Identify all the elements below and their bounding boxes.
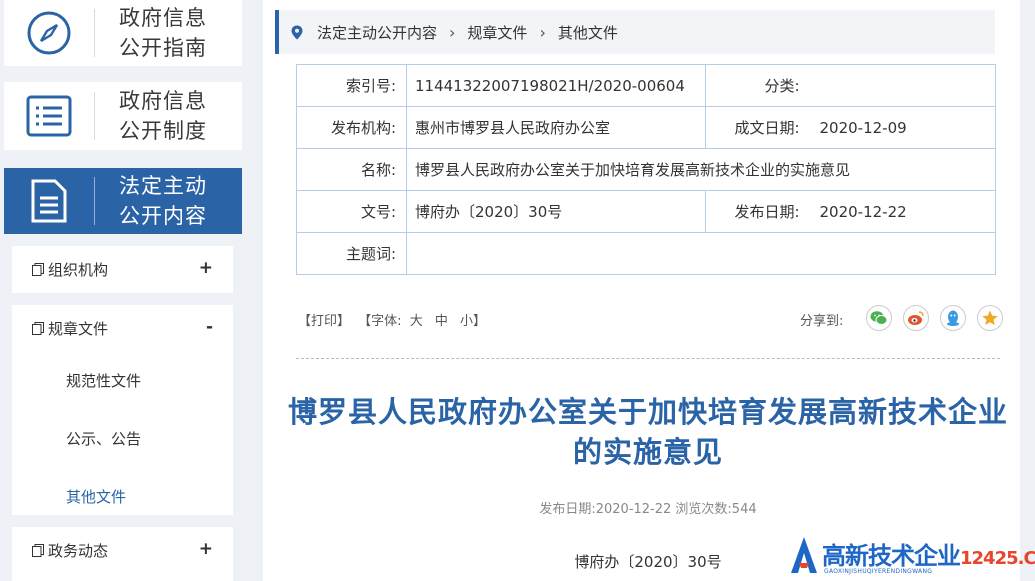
nav-label: 政府信息 公开制度 xyxy=(95,86,207,146)
wechat-icon[interactable] xyxy=(866,305,892,331)
publish-date-value: 2020-12-22 xyxy=(809,190,996,233)
doc-number-label: 文号: xyxy=(296,190,407,233)
chevron-right-icon: › xyxy=(539,22,546,42)
menu-organization[interactable]: 组织机构 + xyxy=(12,246,233,293)
menu-head[interactable]: 组织机构 + xyxy=(12,246,233,292)
breadcrumb-item[interactable]: 规章文件 xyxy=(467,22,527,43)
publisher-label: 发布机构: xyxy=(296,106,407,149)
article-title: 博罗县人民政府办公室关于加快培育发展高新技术企业的实施意见 xyxy=(287,395,1008,469)
index-label: 索引号: xyxy=(296,64,407,107)
nav-label: 政府信息 公开指南 xyxy=(95,3,207,63)
table-row: 发布机构: 惠州市博罗县人民政府办公室 成文日期: 2020-12-09 xyxy=(296,106,996,149)
menu-label: 政务动态 xyxy=(48,541,109,560)
doc-name-label: 名称: xyxy=(296,148,407,191)
index-value: 11441322007198021H/2020-00604 xyxy=(406,64,706,107)
document-icon xyxy=(4,168,94,234)
submenu-other-docs[interactable]: 其他文件 xyxy=(12,467,233,525)
chevron-right-icon: › xyxy=(449,22,456,42)
watermark-domain: 12425.CN xyxy=(960,548,1035,569)
article-tools: 【打印】 【字体: 大 中 小】 xyxy=(298,310,486,329)
watermark-text: 高新技术企业12425.CN xyxy=(822,536,1035,571)
menu-label: 组织机构 xyxy=(48,260,109,279)
table-row: 主题词: xyxy=(296,232,996,275)
doc-number-value: 博府办〔2020〕30号 xyxy=(406,190,706,233)
nav-label-line1: 政府信息 xyxy=(119,89,207,113)
nav-label-line2: 公开制度 xyxy=(119,119,207,143)
nav-label-line2: 公开内容 xyxy=(119,204,207,228)
menu-head[interactable]: 规章文件 - xyxy=(12,305,233,351)
nav-disclosure-guide[interactable]: 政府信息 公开指南 xyxy=(4,0,242,66)
article-publish-info: 发布日期:2020-12-22 浏览次数:544 xyxy=(539,502,757,517)
document-meta-table: 索引号: 11441322007198021H/2020-00604 分类: 发… xyxy=(296,64,996,275)
menu-government-news[interactable]: 政务动态 + xyxy=(12,527,233,581)
nav-statutory-content[interactable]: 法定主动 公开内容 xyxy=(4,168,242,234)
menu-regulations: 规章文件 - 规范性文件 公示、公告 其他文件 xyxy=(12,305,233,515)
subject-label: 主题词: xyxy=(296,232,407,275)
watermark-a-icon xyxy=(791,537,817,573)
submenu-normative-docs[interactable]: 规范性文件 xyxy=(12,351,233,409)
category-label: 分类: xyxy=(705,64,810,107)
copy-icon xyxy=(32,321,44,335)
collapse-icon[interactable]: - xyxy=(206,317,213,337)
category-value xyxy=(809,64,996,107)
publisher-value: 惠州市博罗县人民政府办公室 xyxy=(406,106,706,149)
share-label: 分享到: xyxy=(800,314,844,329)
compass-icon xyxy=(4,0,94,66)
table-row: 索引号: 11441322007198021H/2020-00604 分类: xyxy=(296,64,996,107)
watermark-label: 高新技术企业 xyxy=(822,542,961,570)
sidebar: 政府信息 公开指南 政府信息 公开制度 法定主动 公开内容 组织机构 + 规章文… xyxy=(0,0,248,581)
nav-disclosure-system[interactable]: 政府信息 公开制度 xyxy=(4,82,242,150)
copy-icon xyxy=(32,543,44,557)
qq-icon[interactable] xyxy=(940,305,966,331)
doc-name-value: 博罗县人民政府办公室关于加快培育发展高新技术企业的实施意见 xyxy=(406,148,996,191)
table-row: 名称: 博罗县人民政府办公室关于加快培育发展高新技术企业的实施意见 xyxy=(296,148,996,191)
breadcrumb-item[interactable]: 其他文件 xyxy=(558,22,618,43)
copy-icon xyxy=(32,262,44,276)
nav-label-line1: 政府信息 xyxy=(119,6,207,30)
menu-label: 规章文件 xyxy=(48,319,109,338)
nav-label-line1: 法定主动 xyxy=(119,174,207,198)
favorite-star-icon[interactable] xyxy=(977,305,1003,331)
menu-head[interactable]: 政务动态 + xyxy=(12,527,233,573)
share-buttons xyxy=(866,305,1003,331)
nav-label: 法定主动 公开内容 xyxy=(95,171,207,231)
font-medium-button[interactable]: 中 xyxy=(435,314,448,329)
font-large-button[interactable]: 大 xyxy=(410,314,423,329)
font-size-label: 【字体: xyxy=(358,314,402,329)
created-date-value: 2020-12-09 xyxy=(809,106,996,149)
print-button[interactable]: 【打印】 xyxy=(298,314,350,329)
submenu-announcements[interactable]: 公示、公告 xyxy=(12,409,233,467)
watermark-subtext: GAOXINJISHUQIYERENDINGWANG xyxy=(824,568,933,575)
location-pin-icon xyxy=(291,25,303,39)
weibo-icon[interactable] xyxy=(903,305,929,331)
font-small-button[interactable]: 小】 xyxy=(460,314,486,329)
publish-date-label: 发布日期: xyxy=(705,190,810,233)
breadcrumb: 法定主动公开内容 › 规章文件 › 其他文件 xyxy=(275,10,995,54)
list-icon xyxy=(4,82,94,150)
watermark-logo: 高新技术企业12425.CN GAOXINJISHUQIYERENDINGWAN… xyxy=(788,530,1035,581)
divider xyxy=(296,358,1000,359)
subject-value xyxy=(406,232,996,275)
table-row: 文号: 博府办〔2020〕30号 发布日期: 2020-12-22 xyxy=(296,190,996,233)
breadcrumb-item[interactable]: 法定主动公开内容 xyxy=(317,22,437,43)
main-content: 法定主动公开内容 › 规章文件 › 其他文件 索引号: 114413220071… xyxy=(263,0,1020,581)
expand-icon[interactable]: + xyxy=(199,258,213,278)
nav-label-line2: 公开指南 xyxy=(119,36,207,60)
created-date-label: 成文日期: xyxy=(705,106,810,149)
expand-icon[interactable]: + xyxy=(199,539,213,559)
